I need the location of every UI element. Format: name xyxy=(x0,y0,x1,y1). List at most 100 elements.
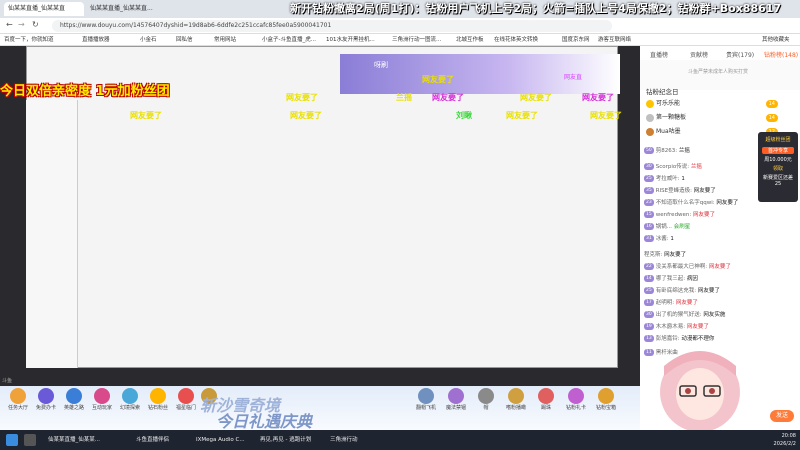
chat-message: 17 赵明明: 网友要了 xyxy=(644,298,698,308)
chat-text: 网友实施 xyxy=(703,312,726,318)
rank-row[interactable]: 可乐乐能 14 xyxy=(646,98,786,110)
gift-label: 免费办卡 xyxy=(35,405,56,411)
tab-contrib[interactable]: 贡献榜 xyxy=(690,50,708,59)
level-badge: 23 xyxy=(644,199,654,206)
bookmark[interactable]: 游客互联网络 xyxy=(598,35,631,43)
chat-text: 1 xyxy=(681,176,685,182)
taskbar-app[interactable]: 斗鱼直播伴侣 xyxy=(136,434,169,446)
chat-text: 网友要了 xyxy=(686,324,709,330)
bookmark[interactable]: 小金石 xyxy=(140,35,157,43)
chat-message: 程克斯: 网友要了 xyxy=(644,250,686,260)
level-badge: 22 xyxy=(644,263,654,270)
fans-heading: 钻粉纪念日 xyxy=(646,88,679,96)
gift-item[interactable]: 魔法禁锢 xyxy=(442,388,470,411)
chat-text: 网友要了 xyxy=(697,288,720,294)
face-shape xyxy=(676,368,724,420)
taskbar: 仙某某直播_仙某某... 斗鱼直播伴侣 IXMega Audio C... 再见… xyxy=(0,430,800,450)
chat-user[interactable]: wenfredwen: xyxy=(656,212,692,218)
vtuber-avatar xyxy=(660,351,740,430)
bookmark[interactable]: 百度一下，你就知道 xyxy=(4,35,54,43)
taskbar-app[interactable]: 三角洲行动 xyxy=(330,434,358,446)
rank-badge: 14 xyxy=(765,100,778,108)
browser-tab[interactable]: 仙某某直播_仙某某直... xyxy=(86,2,166,16)
gift-label: 魔法禁锢 xyxy=(445,405,466,411)
gift-label: 帽 xyxy=(483,405,489,411)
chat-user[interactable]: 没关系都最大已神啊: xyxy=(656,264,707,270)
gift-item[interactable]: 英雄之路 xyxy=(60,388,88,411)
danmaku: 网友要了 xyxy=(286,93,318,102)
danmaku: 网友要了 xyxy=(520,93,552,102)
chat-text: 兰摇 xyxy=(690,164,702,170)
bookmark[interactable]: 三角洲行动一图流... xyxy=(392,35,441,43)
danmaku: 网友要了 xyxy=(432,93,464,102)
bookmark[interactable]: 在线花体英文转换 xyxy=(494,35,538,43)
gift-item[interactable]: 福星临门 xyxy=(172,388,200,411)
gift-label: 福星临门 xyxy=(175,405,196,411)
danmaku: 刘瞅 xyxy=(456,111,472,120)
rank-row[interactable]: 第一颗糖板 14 xyxy=(646,112,786,124)
treasure-icon xyxy=(598,388,614,404)
chat-user[interactable]: 考拉威叶: xyxy=(656,176,680,182)
chat-user[interactable]: RISE登峰造极: xyxy=(656,188,692,194)
chat-message: 19 木木爵木易: 网友要了 xyxy=(644,322,709,332)
gift-label: 钻石粉丝 xyxy=(147,405,168,411)
taskbar-app[interactable]: IXMega Audio C... xyxy=(196,434,245,446)
gift-item[interactable]: 互动玩家 xyxy=(88,388,116,411)
reload-icon[interactable]: ↻ xyxy=(32,20,39,29)
lucky-star-icon xyxy=(178,388,194,404)
tab-live-rank[interactable]: 直播榜 xyxy=(650,50,668,59)
chat-user[interactable]: Scorpio传说: xyxy=(656,164,689,170)
gift-item[interactable]: 帽 xyxy=(472,388,500,411)
chat-user[interactable]: 锅锅... xyxy=(656,224,672,230)
chat-user[interactable]: 赵明明: xyxy=(656,300,674,306)
taskbar-app[interactable]: 仙某某直播_仙某某... xyxy=(48,434,100,446)
send-button[interactable]: 发送 xyxy=(770,410,794,422)
search-icon[interactable] xyxy=(24,434,36,446)
bookmark[interactable]: 其他收藏夹 xyxy=(762,35,790,43)
bookmark[interactable]: 小盒子-斗鱼直播_虎... xyxy=(262,35,316,43)
gift-item[interactable]: 钻粉宝箱 xyxy=(592,388,620,411)
gift-bar: 任务大厅 免费办卡 英雄之路 互动玩家 幻境探索 钻石粉丝 福星临门 翻帽飞机 … xyxy=(0,386,640,430)
level-badge: 25 xyxy=(644,287,654,294)
gift-item[interactable]: 任务大厅 xyxy=(4,388,32,411)
chat-user[interactable]: 程克斯: xyxy=(644,252,662,258)
chat-user[interactable]: 有卧底绵这充我: xyxy=(656,288,696,294)
gift-item[interactable]: 钻石粉丝 xyxy=(144,388,172,411)
bookmark[interactable]: 直播播放器 xyxy=(82,35,110,43)
back-icon[interactable]: ← xyxy=(6,20,13,29)
chat-user[interactable]: 出了机的猴气好送: xyxy=(656,312,702,318)
tab-vip[interactable]: 贵宾(179) xyxy=(726,50,754,59)
system-clock[interactable]: 20:08 2026/2/2 xyxy=(774,432,796,448)
bookmarks-bar: 百度一下，你就知道 直播播放器 小金石 回私信 常用网站 小盒子-斗鱼直播_虎.… xyxy=(0,34,800,46)
url-input[interactable]: https://www.douyu.com/14576407dyshid=19d… xyxy=(52,20,612,32)
bookmark[interactable]: 101水友开黑挂机... xyxy=(326,35,375,43)
chat-message: 30 Scorpio传说: 兰摇 xyxy=(644,162,702,172)
bookmark[interactable]: 回私信 xyxy=(176,35,193,43)
level-badge: 35 xyxy=(644,187,654,194)
taskbar-app[interactable]: 再见,再见 - 逃跑计划 xyxy=(260,434,311,446)
danmaku: 网友要了 xyxy=(130,111,162,120)
bookmark[interactable]: 国度京东网 xyxy=(562,35,590,43)
gift-item[interactable]: 踢珠 xyxy=(532,388,560,411)
browser-tab-active[interactable]: 仙某某直播_仙某某直 xyxy=(4,2,84,16)
file-tree-panel xyxy=(26,100,78,368)
bookmark[interactable]: 常用网站 xyxy=(214,35,236,43)
gift-item[interactable]: 翻帽飞机 xyxy=(412,388,440,411)
chat-user[interactable]: 不知道取什么名字qqwi: xyxy=(656,200,715,206)
stream-banner: 新开钻粉撤离2局(周1打)：钻粉用户飞机上号2局；火箭=插队上号4局保撤2；钻粉… xyxy=(290,2,782,15)
windows-start-icon[interactable] xyxy=(6,434,18,446)
chat-message: 50 剪8263: 兰摇 xyxy=(644,146,690,156)
forward-icon[interactable]: → xyxy=(18,20,25,29)
gift-item[interactable]: 免费办卡 xyxy=(32,388,60,411)
level-badge: 31 xyxy=(644,235,654,242)
chat-user[interactable]: 剪8263: xyxy=(656,148,677,154)
gift-item[interactable]: 幻境探索 xyxy=(116,388,144,411)
tab-diamond-fans[interactable]: 钻粉榜(148) xyxy=(764,50,798,59)
gift-item[interactable]: 钻粉礼卡 xyxy=(562,388,590,411)
chat-user[interactable]: 哪了我三起: xyxy=(656,276,685,282)
bookmark[interactable]: 北城互作板 xyxy=(456,35,484,43)
gift-item[interactable]: 嗜粉播瞰 xyxy=(502,388,530,411)
level-badge: 15 xyxy=(644,211,654,218)
chat-user[interactable]: 冰酱: xyxy=(656,236,669,242)
chat-user[interactable]: 木木爵木易: xyxy=(656,324,685,330)
